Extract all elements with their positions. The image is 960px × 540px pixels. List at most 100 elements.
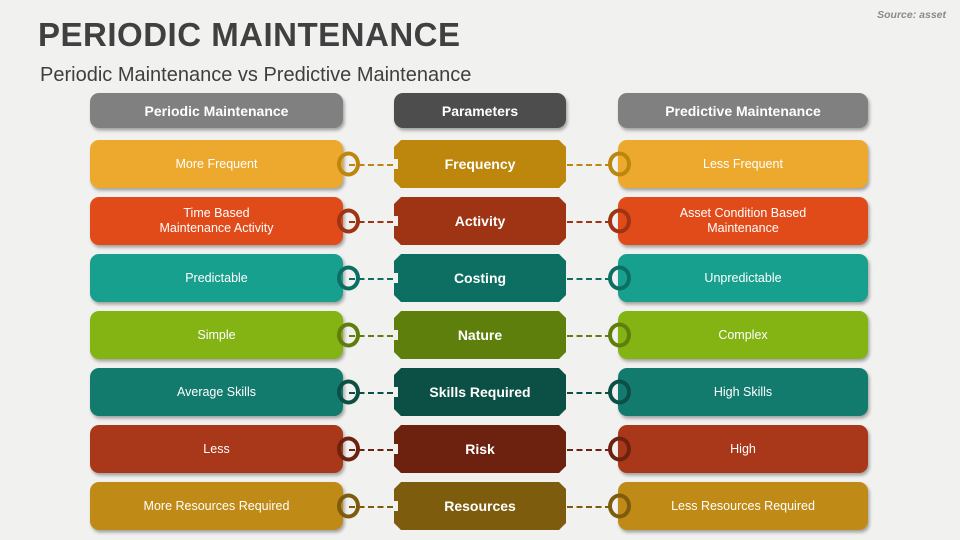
parameter-box[interactable]: Costing [394, 254, 566, 302]
row-cell-right: High Skills [618, 368, 868, 416]
comparison-row: Simple Nature Complex [0, 311, 960, 359]
periodic-value-box[interactable]: More Frequent [90, 140, 343, 188]
row-cell-center: Nature [394, 311, 566, 359]
periodic-value-label: Average Skills [177, 384, 256, 399]
parameter-box[interactable]: Skills Required [394, 368, 566, 416]
parameter-box[interactable]: Nature [394, 311, 566, 359]
connector-ring-right-icon [608, 265, 631, 291]
predictive-value-label: Less Resources Required [671, 498, 815, 513]
connector-ring-left-icon [337, 151, 360, 177]
predictive-value-label: High [730, 441, 756, 456]
connector-ring-left-icon [337, 208, 360, 234]
predictive-value-box[interactable]: High Skills [618, 368, 868, 416]
row-cell-left: Predictable [90, 254, 343, 302]
comparison-row: Predictable Costing Unpredictable [0, 254, 960, 302]
row-cell-center: Risk [394, 425, 566, 473]
connector-dash-right [567, 335, 611, 337]
parameter-box[interactable]: Resources [394, 482, 566, 530]
connector-ring-right-icon [608, 208, 631, 234]
connector-ring-right-icon [608, 436, 631, 462]
predictive-value-box[interactable]: Unpredictable [618, 254, 868, 302]
periodic-value-label: Time Based Maintenance Activity [159, 206, 274, 235]
predictive-value-box[interactable]: High [618, 425, 868, 473]
periodic-value-label: More Frequent [175, 156, 258, 171]
periodic-value-box[interactable]: More Resources Required [90, 482, 343, 530]
row-cell-center: Costing [394, 254, 566, 302]
row-cell-right: Less Resources Required [618, 482, 868, 530]
comparison-row: Average Skills Skills Required High Skills [0, 368, 960, 416]
periodic-value-label: More Resources Required [143, 498, 290, 513]
parameter-label: Costing [453, 270, 507, 286]
row-cell-right: Less Frequent [618, 140, 868, 188]
periodic-value-box[interactable]: Simple [90, 311, 343, 359]
row-cell-center: Skills Required [394, 368, 566, 416]
predictive-value-box[interactable]: Less Frequent [618, 140, 868, 188]
row-cell-left: Simple [90, 311, 343, 359]
slide-canvas: PERIODIC MAINTENANCE Periodic Maintenanc… [0, 0, 960, 540]
connector-ring-left-icon [337, 379, 360, 405]
connector-dash-right [567, 506, 611, 508]
row-cell-right: Asset Condition Based Maintenance [618, 197, 868, 245]
predictive-value-box[interactable]: Complex [618, 311, 868, 359]
page-subtitle: Periodic Maintenance vs Predictive Maint… [40, 64, 472, 86]
row-cell-left: Less [90, 425, 343, 473]
row-cell-right: Complex [618, 311, 868, 359]
predictive-value-label: Asset Condition Based Maintenance [679, 206, 807, 235]
connector-ring-left-icon [337, 436, 360, 462]
periodic-value-label: Simple [197, 327, 236, 342]
periodic-value-box[interactable]: Less [90, 425, 343, 473]
predictive-value-label: Less Frequent [703, 156, 783, 171]
predictive-value-label: High Skills [713, 384, 773, 399]
periodic-value-box[interactable]: Average Skills [90, 368, 343, 416]
parameter-label: Skills Required [429, 384, 531, 400]
row-cell-left: Average Skills [90, 368, 343, 416]
connector-ring-left-icon [337, 322, 360, 348]
connector-ring-left-icon [337, 265, 360, 291]
header-label-left: Periodic Maintenance [144, 102, 289, 119]
predictive-value-box[interactable]: Less Resources Required [618, 482, 868, 530]
parameter-label: Frequency [444, 156, 516, 172]
connector-dash-right [567, 278, 611, 280]
connector-ring-right-icon [608, 151, 631, 177]
connector-dash-right [567, 392, 611, 394]
header-box-periodic: Periodic Maintenance [90, 93, 343, 128]
row-cell-left: More Resources Required [90, 482, 343, 530]
predictive-value-label: Unpredictable [704, 270, 782, 285]
predictive-value-box[interactable]: Asset Condition Based Maintenance [618, 197, 868, 245]
row-cell-right: High [618, 425, 868, 473]
row-cell-right: Unpredictable [618, 254, 868, 302]
predictive-value-label: Complex [718, 327, 768, 342]
row-cell-left: More Frequent [90, 140, 343, 188]
periodic-value-box[interactable]: Time Based Maintenance Activity [90, 197, 343, 245]
connector-dash-right [567, 164, 611, 166]
parameter-label: Resources [444, 498, 516, 514]
parameter-label: Risk [465, 441, 495, 457]
parameter-box[interactable]: Risk [394, 425, 566, 473]
parameter-box[interactable]: Activity [394, 197, 566, 245]
periodic-value-label: Predictable [185, 270, 248, 285]
header-label-center: Parameters [441, 102, 519, 119]
periodic-value-box[interactable]: Predictable [90, 254, 343, 302]
row-cell-center: Resources [394, 482, 566, 530]
row-cell-center: Frequency [394, 140, 566, 188]
page-title: PERIODIC MAINTENANCE [38, 16, 461, 53]
comparison-row: Less Risk High [0, 425, 960, 473]
connector-ring-right-icon [608, 379, 631, 405]
comparison-row: More Resources Required Resources Less Res… [0, 482, 960, 530]
connector-dash-right [567, 449, 611, 451]
header-cell-left: Periodic Maintenance [90, 93, 343, 128]
connector-ring-left-icon [337, 493, 360, 519]
parameter-label: Nature [457, 327, 503, 343]
header-row: Periodic Maintenance Parameters Predicti… [0, 93, 960, 128]
row-cell-center: Activity [394, 197, 566, 245]
header-label-right: Predictive Maintenance [665, 102, 821, 119]
header-cell-right: Predictive Maintenance [618, 93, 868, 128]
parameter-label: Activity [454, 213, 506, 229]
connector-ring-right-icon [608, 322, 631, 348]
parameter-box[interactable]: Frequency [394, 140, 566, 188]
periodic-value-label: Less [203, 441, 230, 456]
header-cell-center: Parameters [394, 93, 566, 128]
source-label: Source: asset [877, 9, 946, 21]
connector-dash-right [567, 221, 611, 223]
comparison-row: More Frequent Frequency Less Frequent [0, 140, 960, 188]
